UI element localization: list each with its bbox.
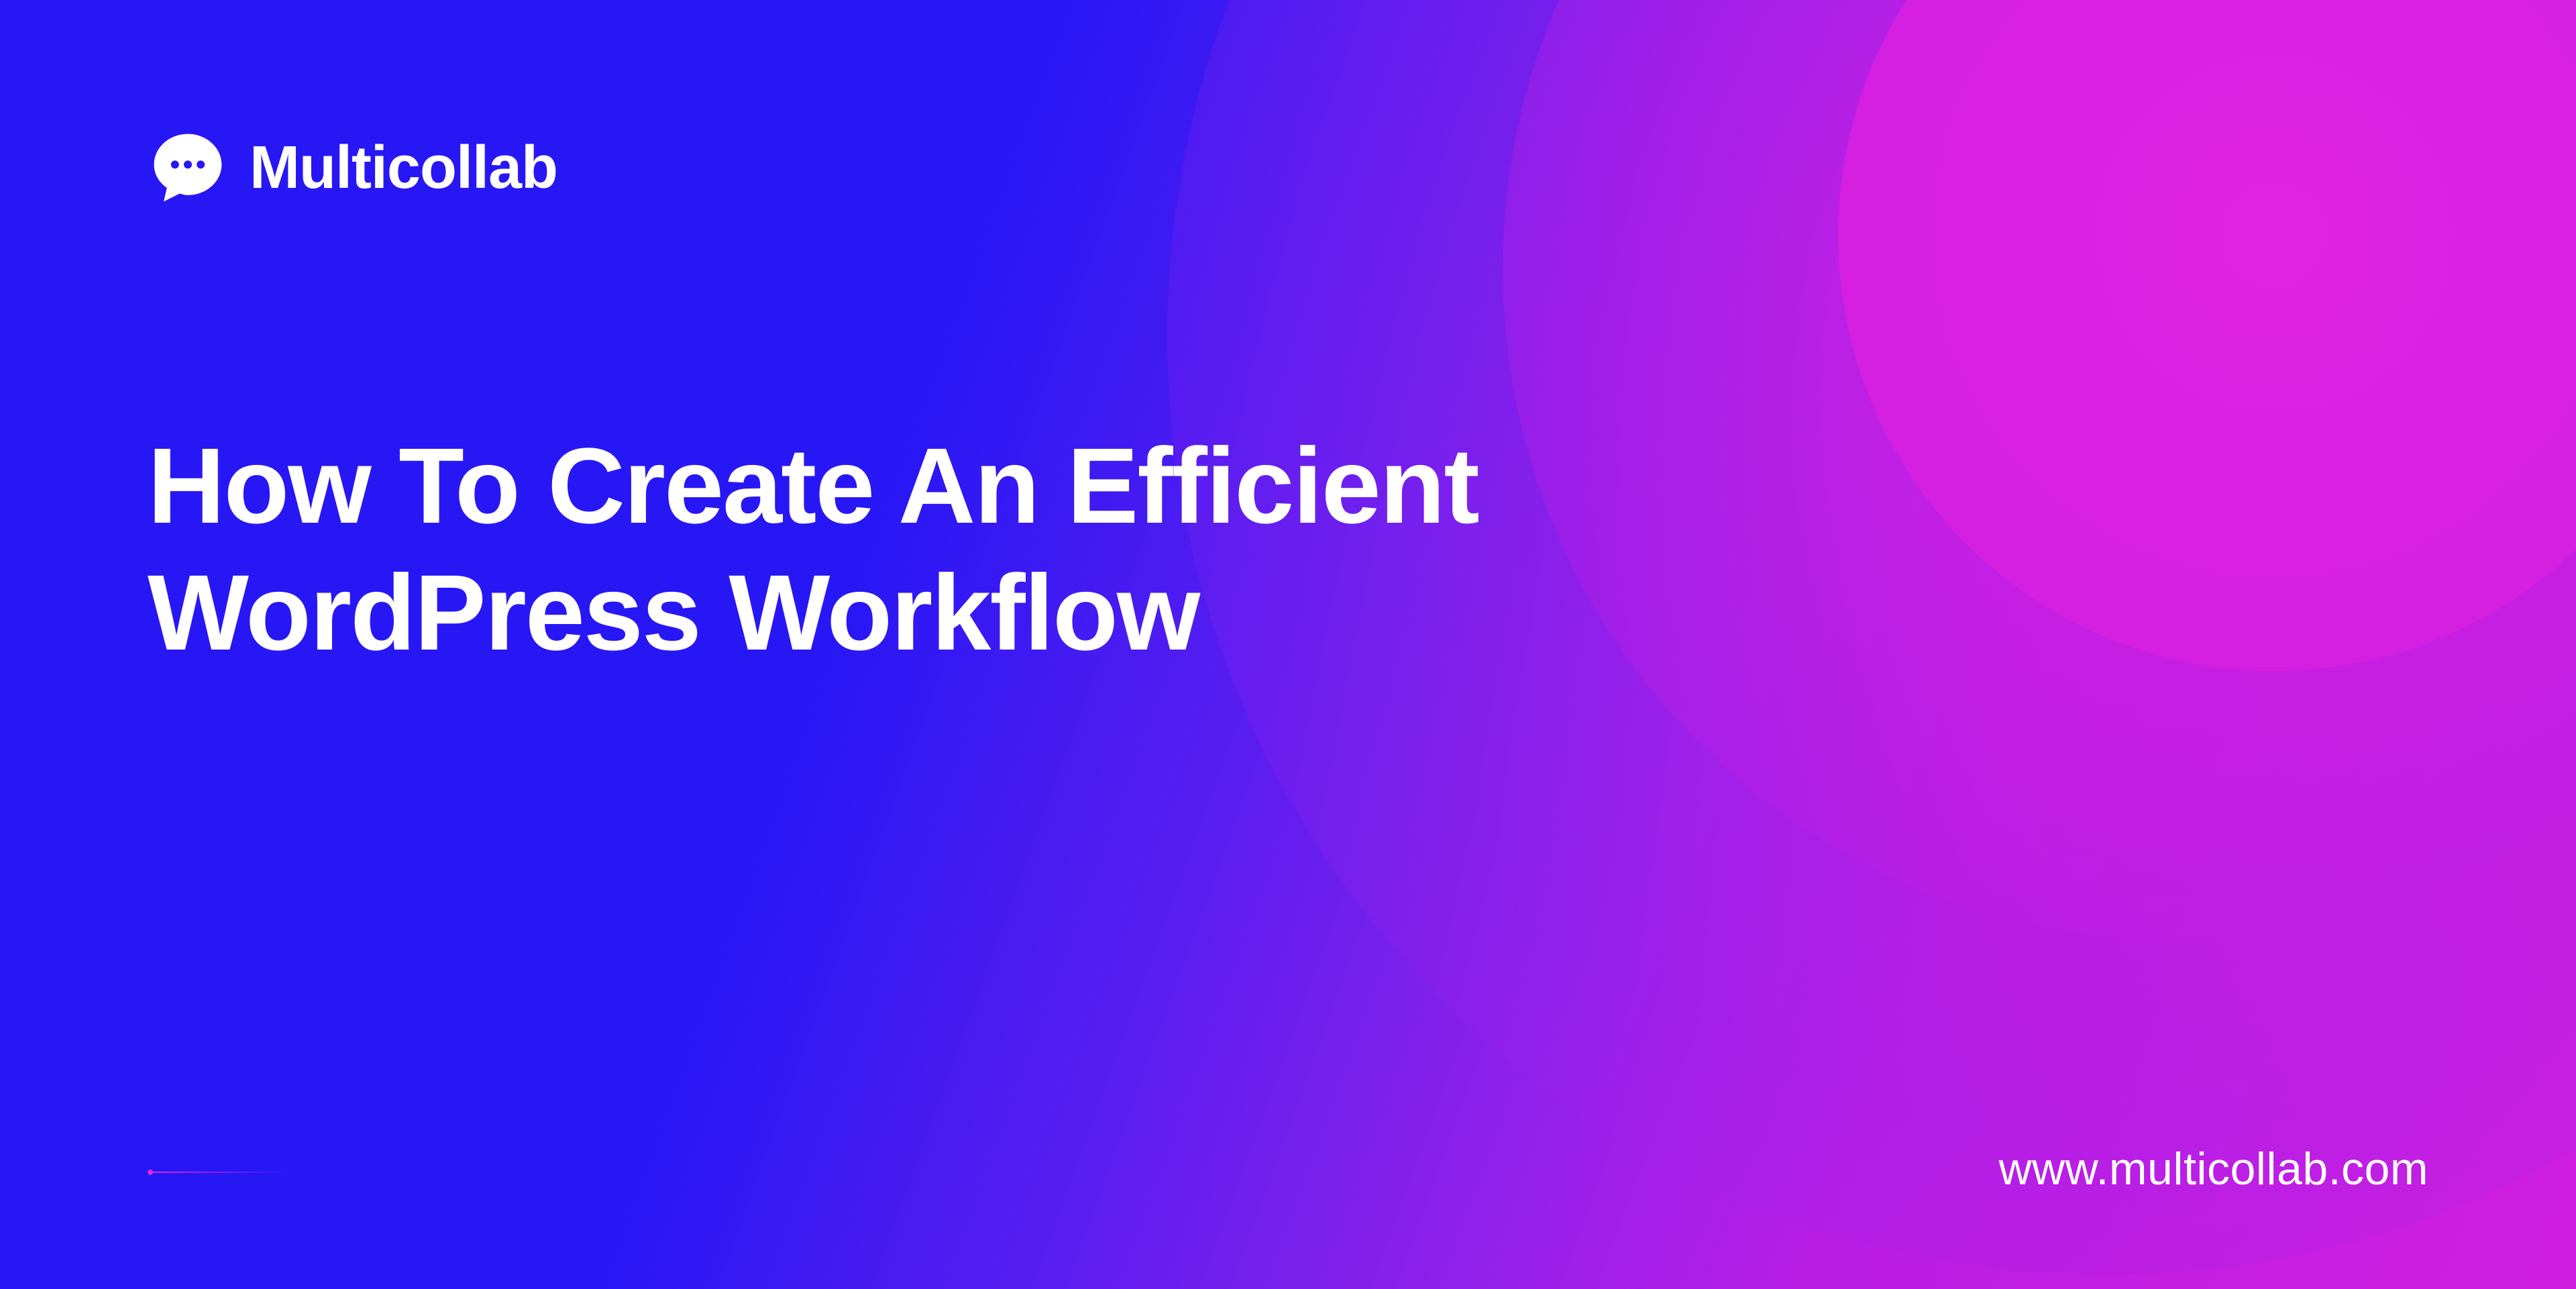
content-area: Multicollab How To Create An Efficient W… <box>0 0 2576 1289</box>
brand-name: Multicollab <box>250 134 557 203</box>
logo-row: Multicollab <box>148 127 2428 208</box>
chat-bubble-icon <box>148 127 228 208</box>
headline: How To Create An Efficient WordPress Wor… <box>148 423 2026 676</box>
promotional-banner: Multicollab How To Create An Efficient W… <box>0 0 2576 1289</box>
